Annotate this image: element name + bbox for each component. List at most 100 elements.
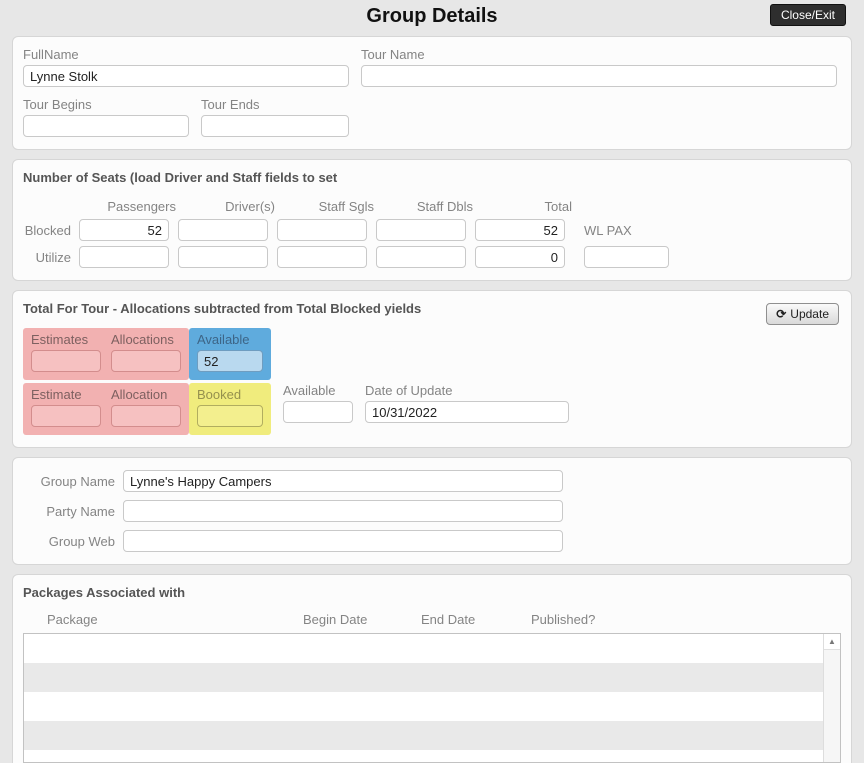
tour-info-panel: FullName Tour Name Tour Begins Tour Ends: [12, 36, 852, 150]
blocked-staff-sgls-input[interactable]: [277, 219, 367, 241]
booked-input[interactable]: [197, 405, 263, 427]
column-header-drivers: Driver(s): [225, 199, 275, 214]
update-button-label: Update: [790, 307, 829, 321]
close-exit-button[interactable]: Close/Exit: [769, 4, 846, 26]
group-web-input[interactable]: [123, 530, 563, 552]
group-name-input[interactable]: [123, 470, 563, 492]
seats-header: Number of Seats (load Driver and Staff f…: [23, 170, 338, 185]
package-row: [24, 721, 840, 750]
column-header-package: Package: [47, 612, 98, 627]
tour-name-field: Tour Name: [361, 47, 837, 87]
allocations-field: Allocations: [111, 332, 181, 372]
group-web-label: Group Web: [48, 533, 115, 549]
package-row: [24, 663, 840, 692]
packages-column-headers: Package Begin Date End Date Published?: [23, 612, 841, 627]
tour-begins-label: Tour Begins: [23, 97, 92, 112]
group-panel: Group Name Party Name Group Web: [12, 457, 852, 565]
date-of-update-input[interactable]: [365, 401, 569, 423]
booked-field: Booked: [197, 387, 263, 427]
column-header-published: Published?: [531, 612, 596, 627]
party-name-input[interactable]: [123, 500, 563, 522]
estimates-input[interactable]: [31, 350, 101, 372]
blocked-drivers-input[interactable]: [178, 219, 268, 241]
wl-pax-input[interactable]: [584, 246, 669, 268]
allocations-label: Allocations: [111, 332, 174, 347]
allocation-input[interactable]: [111, 405, 181, 427]
available2-input[interactable]: [283, 401, 353, 423]
estimate-allocation-box: Estimate Allocation: [23, 383, 189, 435]
packages-listbox[interactable]: ▲: [23, 633, 841, 763]
group-name-row: Group Name: [23, 470, 841, 492]
estimates-allocations-box: Estimates Allocations: [23, 328, 189, 380]
tour-ends-input[interactable]: [201, 115, 349, 137]
packages-header: Packages Associated with: [23, 585, 186, 600]
date-of-update-field: Date of Update: [365, 383, 569, 423]
blocked-row: Blocked WL PAX: [23, 219, 841, 241]
group-web-row: Group Web: [23, 530, 841, 552]
column-header-staff-dbls: Staff Dbls: [416, 199, 473, 214]
blocked-total-input[interactable]: [475, 219, 565, 241]
column-header-begin-date: Begin Date: [303, 612, 368, 627]
date-of-update-label: Date of Update: [365, 383, 453, 398]
seats-panel: Number of Seats (load Driver and Staff f…: [12, 159, 852, 281]
utilize-row: Utilize: [23, 246, 841, 268]
tour-ends-field: Tour Ends: [201, 97, 349, 137]
package-row: [24, 692, 840, 721]
fullname-field: FullName: [23, 47, 349, 87]
utilize-staff-dbls-input[interactable]: [376, 246, 466, 268]
utilize-drivers-input[interactable]: [178, 246, 268, 268]
seats-column-headers: Passengers Driver(s) Staff Sgls Staff Db…: [23, 199, 841, 214]
tour-begins-field: Tour Begins: [23, 97, 189, 137]
top-bar: Group Details Close/Exit: [0, 0, 864, 30]
available-field: Available: [197, 332, 263, 372]
tour-name-input[interactable]: [361, 65, 837, 87]
booked-label: Booked: [197, 387, 242, 402]
utilize-total-input[interactable]: [475, 246, 565, 268]
allocation-field: Allocation: [111, 387, 181, 427]
totals-row-2: Estimate Allocation Booked Available Dat…: [23, 383, 841, 435]
group-name-label: Group Name: [40, 473, 115, 489]
blocked-staff-dbls-input[interactable]: [376, 219, 466, 241]
update-button[interactable]: ⟳ Update: [766, 303, 839, 325]
estimate-label: Estimate: [31, 387, 82, 402]
available2-label: Available: [283, 383, 336, 398]
totals-row-1: Estimates Allocations Available: [23, 328, 841, 380]
packages-panel: Packages Associated with Package Begin D…: [12, 574, 852, 763]
totals-panel: Total For Tour - Allocations subtracted …: [12, 290, 852, 448]
blocked-passengers-input[interactable]: [79, 219, 169, 241]
allocation-label: Allocation: [111, 387, 168, 402]
estimates-field: Estimates: [31, 332, 101, 372]
package-row: [24, 634, 840, 663]
fullname-label: FullName: [23, 47, 79, 62]
column-header-passengers: Passengers: [107, 199, 176, 214]
listbox-scrollbar[interactable]: ▲: [823, 634, 840, 762]
party-name-row: Party Name: [23, 500, 841, 522]
available-input[interactable]: [197, 350, 263, 372]
package-row: [24, 750, 840, 762]
wl-pax-label: WL PAX: [584, 222, 632, 238]
fullname-input[interactable]: [23, 65, 349, 87]
available-box: Available: [189, 328, 271, 380]
available-label: Available: [197, 332, 250, 347]
totals-header: Total For Tour - Allocations subtracted …: [23, 301, 422, 316]
tour-ends-label: Tour Ends: [201, 97, 260, 112]
scroll-up-icon[interactable]: ▲: [824, 634, 840, 650]
utilize-passengers-input[interactable]: [79, 246, 169, 268]
available2-field: Available: [283, 383, 353, 423]
booked-box: Booked: [189, 383, 271, 435]
column-header-staff-sgls: Staff Sgls: [318, 199, 374, 214]
party-name-label: Party Name: [46, 503, 115, 519]
column-header-total: Total: [544, 199, 572, 214]
utilize-staff-sgls-input[interactable]: [277, 246, 367, 268]
blocked-label: Blocked: [24, 222, 71, 238]
estimate-input[interactable]: [31, 405, 101, 427]
utilize-label: Utilize: [35, 249, 71, 265]
page-title: Group Details: [366, 5, 498, 27]
column-header-end-date: End Date: [421, 612, 476, 627]
estimate-field: Estimate: [31, 387, 101, 427]
tour-name-label: Tour Name: [361, 47, 425, 62]
allocations-input[interactable]: [111, 350, 181, 372]
tour-begins-input[interactable]: [23, 115, 189, 137]
estimates-label: Estimates: [31, 332, 89, 347]
refresh-icon: ⟳: [776, 307, 787, 321]
